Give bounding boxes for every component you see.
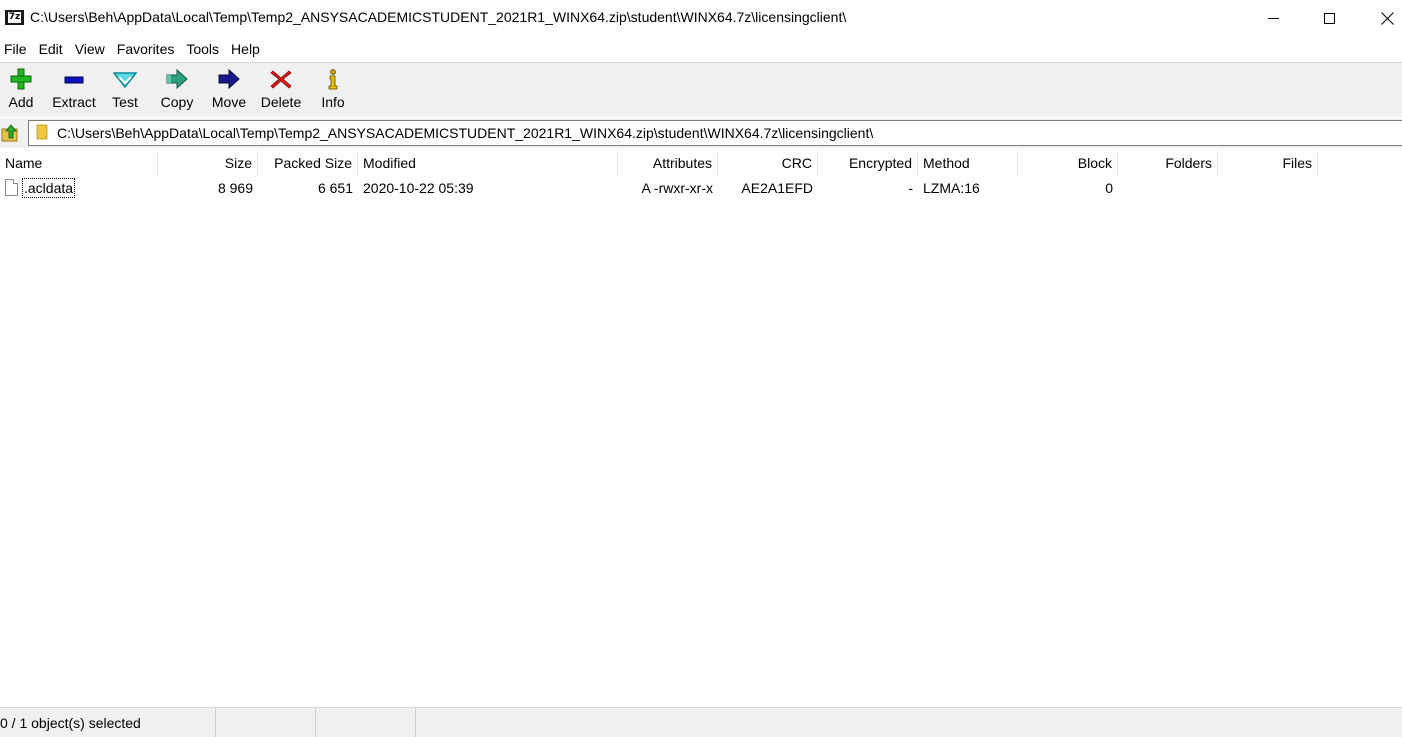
- delete-x-icon: [270, 70, 292, 89]
- 7zip-file-manager-window: 7z C:\Users\Beh\AppData\Local\Temp\Temp2…: [0, 0, 1402, 737]
- size-cell: 8 969: [217, 180, 253, 196]
- move-button[interactable]: Move: [208, 63, 250, 118]
- column-header-files[interactable]: Files: [1218, 151, 1318, 177]
- close-button[interactable]: [1358, 0, 1402, 37]
- extract-button[interactable]: Extract: [48, 63, 100, 118]
- info-label: Info: [321, 94, 345, 110]
- address-input[interactable]: C:\Users\Beh\AppData\Local\Temp\Temp2_AN…: [28, 120, 1402, 146]
- plus-icon: [10, 68, 32, 90]
- column-header-attributes[interactable]: Attributes: [618, 151, 718, 177]
- delete-label: Delete: [260, 94, 302, 110]
- files-cell: [1218, 177, 1318, 199]
- column-header-block[interactable]: Block: [1018, 151, 1118, 177]
- column-header-folders[interactable]: Folders: [1118, 151, 1218, 177]
- window-title: C:\Users\Beh\AppData\Local\Temp\Temp2_AN…: [30, 9, 847, 25]
- address-bar: C:\Users\Beh\AppData\Local\Temp\Temp2_AN…: [0, 118, 1402, 148]
- test-button[interactable]: Test: [106, 63, 144, 118]
- table-row[interactable]: .acldata 8 969 6 651 2020-10-22 05:39 A …: [0, 177, 1402, 199]
- info-icon: [328, 69, 338, 90]
- column-header-modified[interactable]: Modified: [358, 151, 618, 177]
- close-icon: [1381, 12, 1394, 25]
- menu-favorites[interactable]: Favorites: [114, 38, 182, 61]
- method-cell: LZMA:16: [923, 180, 980, 196]
- crc-cell: AE2A1EFD: [741, 180, 813, 196]
- menu-edit[interactable]: Edit: [36, 38, 70, 61]
- add-label: Add: [8, 94, 34, 110]
- modified-cell: 2020-10-22 05:39: [363, 180, 474, 196]
- move-arrow-icon: [218, 68, 240, 90]
- column-header-encrypted[interactable]: Encrypted: [818, 151, 918, 177]
- toolbar: Add Extract Test Copy Move Delete Info: [0, 62, 1402, 117]
- attributes-cell: A -rwxr-xr-x: [641, 180, 713, 196]
- column-header-name[interactable]: Name: [0, 151, 158, 177]
- column-header-crc[interactable]: CRC: [718, 151, 818, 177]
- menu-view[interactable]: View: [72, 38, 112, 61]
- minimize-icon: [1267, 18, 1279, 19]
- delete-button[interactable]: Delete: [257, 63, 305, 118]
- add-button[interactable]: Add: [2, 63, 40, 118]
- title-bar[interactable]: 7z C:\Users\Beh\AppData\Local\Temp\Temp2…: [0, 0, 1402, 37]
- status-pane-selection: 0 / 1 object(s) selected: [0, 708, 216, 737]
- copy-button[interactable]: Copy: [156, 63, 198, 118]
- column-header-method[interactable]: Method: [918, 151, 1018, 177]
- minus-icon: [64, 76, 84, 84]
- move-label: Move: [211, 94, 247, 110]
- copy-arrow-icon: [166, 68, 188, 90]
- menu-help[interactable]: Help: [228, 38, 267, 61]
- block-cell: 0: [1105, 180, 1113, 196]
- column-header-packed-size[interactable]: Packed Size: [258, 151, 358, 177]
- selection-status: 0 / 1 object(s) selected: [0, 715, 141, 731]
- 7zip-app-icon[interactable]: 7z: [5, 10, 24, 25]
- folder-icon: [36, 124, 48, 140]
- maximize-icon: [1323, 13, 1335, 24]
- status-pane-2: [216, 708, 316, 737]
- name-cell[interactable]: .acldata: [0, 177, 158, 199]
- menu-bar: File Edit View Favorites Tools Help: [0, 38, 1402, 61]
- status-bar: 0 / 1 object(s) selected: [0, 707, 1402, 737]
- column-header-size[interactable]: Size: [158, 151, 258, 177]
- encrypted-cell: -: [908, 180, 913, 196]
- minimize-button[interactable]: [1244, 0, 1302, 37]
- packed-size-cell: 6 651: [317, 180, 353, 196]
- parent-folder-up-icon[interactable]: [1, 123, 19, 143]
- check-icon: [113, 72, 137, 89]
- extract-label: Extract: [52, 94, 96, 110]
- address-path: C:\Users\Beh\AppData\Local\Temp\Temp2_AN…: [57, 125, 874, 141]
- info-button[interactable]: Info: [316, 63, 350, 118]
- file-icon: [5, 179, 18, 196]
- test-label: Test: [112, 94, 138, 110]
- file-name: .acldata: [22, 178, 76, 198]
- status-pane-3: [316, 708, 416, 737]
- menu-file[interactable]: File: [0, 38, 34, 61]
- menu-tools[interactable]: Tools: [183, 38, 226, 61]
- file-list[interactable]: Name Size Packed Size Modified Attribute…: [0, 149, 1402, 706]
- app-icon-text: 7z: [7, 12, 22, 23]
- maximize-button[interactable]: [1300, 0, 1358, 37]
- folders-cell: [1118, 177, 1218, 199]
- copy-label: Copy: [160, 94, 194, 110]
- column-header-row: Name Size Packed Size Modified Attribute…: [0, 151, 1402, 177]
